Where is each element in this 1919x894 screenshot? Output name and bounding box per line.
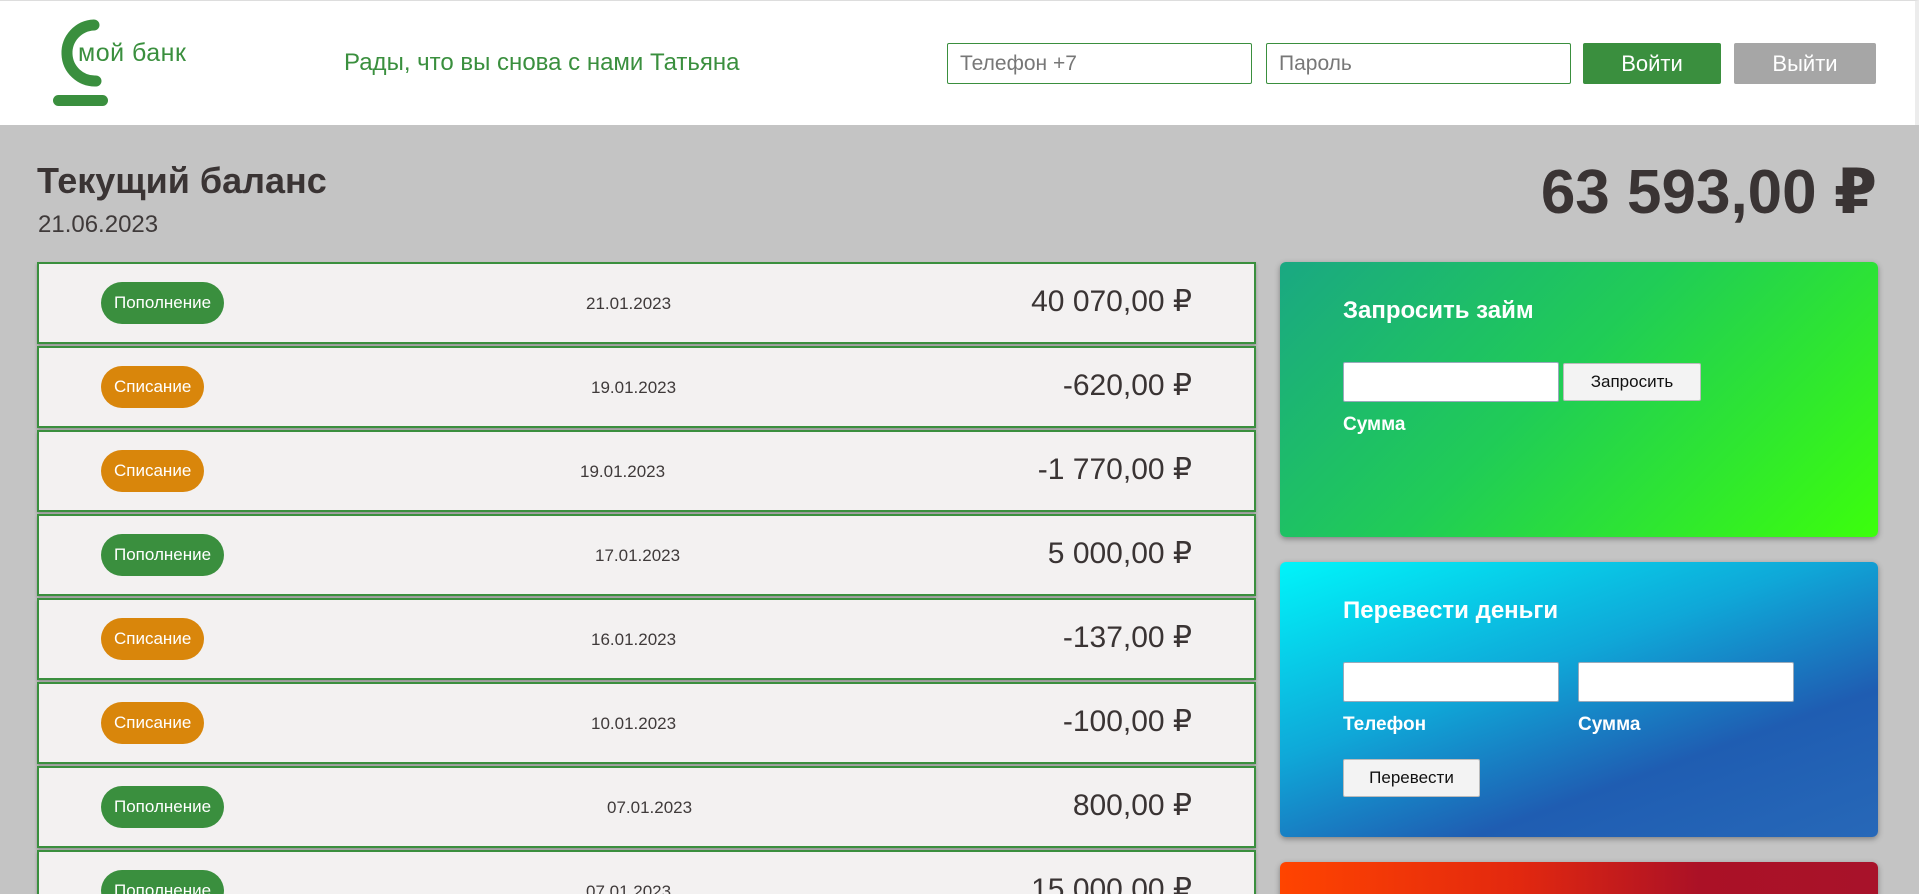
transaction-type-badge: Списание [101, 618, 205, 660]
transaction-date: 10.01.2023 [591, 714, 677, 733]
phone-input[interactable] [947, 43, 1252, 84]
transaction-date: 21.01.2023 [586, 294, 672, 313]
transfer-phone-input[interactable] [1343, 662, 1559, 702]
transaction-amount: -620,00 ₽ [1062, 369, 1192, 402]
transaction-row[interactable]: Списание 19.01.2023 -1 770,00 ₽ [37, 430, 1256, 512]
transaction-row[interactable]: Списание 16.01.2023 -137,00 ₽ [37, 598, 1256, 680]
loan-card-title: Запросить займ [1343, 297, 1534, 324]
logo-text: мой банк [78, 39, 187, 67]
transaction-amount: 800,00 ₽ [1072, 789, 1192, 822]
loan-request-card: Запросить займ Запросить Сумма [1280, 262, 1878, 537]
transaction-amount: 5 000,00 ₽ [1047, 537, 1192, 570]
transaction-date: 19.01.2023 [580, 462, 666, 481]
loan-request-button[interactable]: Запросить [1563, 363, 1701, 401]
transaction-date: 17.01.2023 [595, 546, 681, 565]
transaction-row[interactable]: Пополнение 21.01.2023 40 070,00 ₽ [37, 262, 1256, 344]
balance-title: Текущий баланс [37, 160, 327, 201]
transaction-row[interactable]: Пополнение 07.01.2023 15 000,00 ₽ [37, 850, 1256, 894]
transaction-amount: -100,00 ₽ [1062, 705, 1192, 738]
transaction-amount: 40 070,00 ₽ [1031, 285, 1192, 318]
transfer-card-title: Перевести деньги [1343, 597, 1559, 624]
transfer-card: Перевести деньги Телефон Сумма Перевести [1280, 562, 1878, 837]
transfer-phone-label: Телефон [1343, 714, 1427, 735]
transaction-type-badge: Пополнение [101, 282, 225, 324]
loan-amount-label: Сумма [1343, 414, 1406, 435]
transaction-row[interactable]: Пополнение 07.01.2023 800,00 ₽ [37, 766, 1256, 848]
transaction-amount: -137,00 ₽ [1062, 621, 1192, 654]
third-action-card [1280, 862, 1878, 894]
transaction-date: 16.01.2023 [591, 630, 677, 649]
password-input[interactable] [1266, 43, 1571, 84]
transaction-type-badge: Списание [101, 702, 205, 744]
balance-date: 21.06.2023 [38, 211, 159, 238]
transaction-type-badge: Пополнение [101, 786, 225, 828]
transaction-date: 07.01.2023 [607, 798, 693, 817]
transaction-row[interactable]: Списание 10.01.2023 -100,00 ₽ [37, 682, 1256, 764]
transaction-date: 19.01.2023 [591, 378, 677, 397]
transfer-amount-label: Сумма [1578, 714, 1641, 735]
transaction-type-badge: Пополнение [101, 870, 225, 894]
transaction-amount: -1 770,00 ₽ [1037, 453, 1192, 486]
transaction-row[interactable]: Пополнение 17.01.2023 5 000,00 ₽ [37, 514, 1256, 596]
transfer-amount-input[interactable] [1578, 662, 1794, 702]
transaction-amount: 15 000,00 ₽ [1031, 873, 1192, 894]
greeting-text: Рады, что вы снова с нами Татьяна [344, 49, 740, 76]
app-header: мой банк Рады, что вы снова с нами Татья… [0, 0, 1919, 125]
transfer-button[interactable]: Перевести [1343, 759, 1480, 797]
balance-amount: 63 593,00 ₽ [1540, 158, 1877, 227]
transaction-type-badge: Списание [101, 450, 205, 492]
bank-logo[interactable]: мой банк [50, 19, 210, 109]
transaction-type-badge: Пополнение [101, 534, 225, 576]
login-button[interactable]: Войти [1583, 43, 1721, 84]
loan-amount-input[interactable] [1343, 362, 1559, 402]
transaction-row[interactable]: Списание 19.01.2023 -620,00 ₽ [37, 346, 1256, 428]
transaction-list: Пополнение 21.01.2023 40 070,00 ₽ Списан… [37, 262, 1256, 894]
transaction-date: 07.01.2023 [586, 882, 672, 894]
logout-button[interactable]: Выйти [1734, 43, 1876, 84]
transaction-type-badge: Списание [101, 366, 205, 408]
